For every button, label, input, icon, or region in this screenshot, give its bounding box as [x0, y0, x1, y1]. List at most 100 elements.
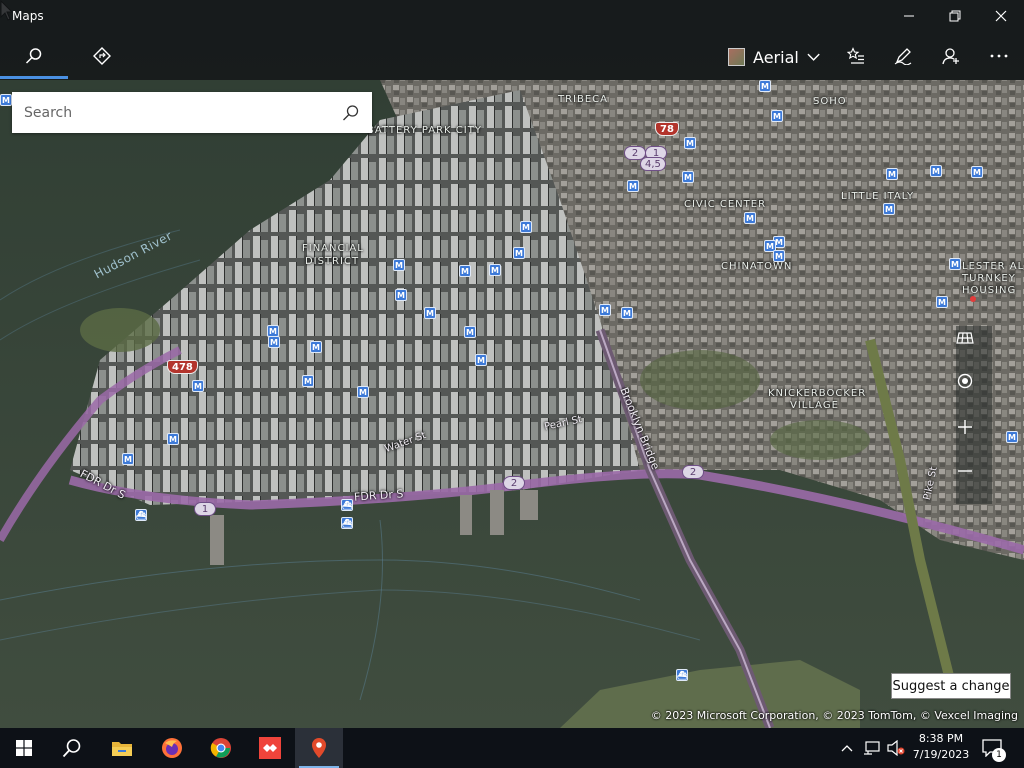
maps-taskbar-button[interactable] — [295, 728, 343, 768]
zoom-in-icon — [958, 420, 972, 434]
label-lester-allen: LESTER ALLEN — [962, 261, 1024, 272]
search-input[interactable] — [24, 104, 342, 121]
metro-station-icon[interactable]: M — [475, 354, 487, 366]
zoom-in-button[interactable] — [956, 418, 992, 454]
ferry-terminal-icon[interactable]: ⛴ — [135, 509, 147, 521]
metro-station-icon[interactable]: M — [357, 386, 369, 398]
metro-station-icon[interactable]: M — [459, 265, 471, 277]
metro-station-icon[interactable]: M — [268, 336, 280, 348]
metro-station-icon[interactable]: M — [520, 221, 532, 233]
more-icon — [990, 54, 1008, 58]
ferry-terminal-icon[interactable]: ⛴ — [676, 669, 688, 681]
metro-station-icon[interactable]: M — [424, 307, 436, 319]
zoom-out-icon — [958, 470, 972, 472]
metro-station-icon[interactable]: M — [744, 212, 756, 224]
clock-time: 8:38 PM — [918, 732, 964, 745]
search-icon — [62, 739, 81, 758]
label-little-italy: LITTLE ITALY — [841, 191, 915, 202]
metro-station-icon[interactable]: M — [464, 326, 476, 338]
account-icon — [942, 48, 959, 65]
chrome-icon — [210, 738, 231, 758]
metro-station-icon[interactable]: M — [310, 341, 322, 353]
tab-search[interactable] — [12, 40, 56, 72]
map-style-dropdown[interactable]: Aerial — [728, 42, 820, 72]
tab-directions[interactable] — [80, 40, 124, 72]
more-options-button[interactable] — [977, 40, 1021, 72]
start-button[interactable] — [0, 728, 48, 768]
volume-button[interactable] — [886, 738, 906, 758]
metro-station-icon[interactable]: M — [0, 94, 12, 106]
zoom-out-button[interactable] — [956, 462, 992, 498]
account-button[interactable] — [929, 40, 973, 72]
firefox-button[interactable] — [148, 728, 196, 768]
volume-muted-icon — [887, 740, 905, 756]
label-knickerbocker: KNICKERBOCKER — [768, 388, 867, 399]
metro-station-icon[interactable]: M — [684, 137, 696, 149]
clock-date: 7/19/2023 — [912, 748, 970, 761]
metro-station-icon[interactable]: M — [599, 304, 611, 316]
route-shield-2: 2 — [682, 465, 704, 479]
map-copyright: © 2023 Microsoft Corporation, © 2023 Tom… — [650, 709, 1018, 722]
metro-station-icon[interactable]: M — [971, 166, 983, 178]
ink-pen-icon — [894, 48, 912, 65]
metro-station-icon[interactable]: M — [489, 264, 501, 276]
metro-station-icon[interactable]: M — [302, 375, 314, 387]
metro-station-icon[interactable]: M — [936, 296, 948, 308]
metro-station-icon[interactable]: M — [682, 171, 694, 183]
metro-station-icon[interactable]: M — [627, 180, 639, 192]
route-shield-1: 1 — [194, 502, 216, 516]
route-shield-4-5: 4,5 — [640, 157, 666, 171]
interstate-shield-478: 478 — [167, 360, 198, 374]
chrome-button[interactable] — [197, 728, 245, 768]
metro-station-icon[interactable]: M — [393, 259, 405, 271]
network-icon — [864, 741, 880, 755]
anydesk-button[interactable] — [246, 728, 294, 768]
network-button[interactable] — [862, 738, 882, 758]
search-icon[interactable] — [342, 104, 360, 122]
favorites-button[interactable] — [834, 40, 878, 72]
tilt-3d-button[interactable] — [956, 328, 992, 364]
close-button[interactable] — [978, 0, 1024, 32]
my-location-button[interactable] — [956, 372, 992, 408]
maps-icon — [312, 738, 326, 758]
aerial-thumbnail-icon — [728, 48, 746, 66]
grid-3d-icon — [956, 332, 974, 344]
metro-station-icon[interactable]: M — [759, 80, 771, 92]
label-tribeca: TRIBECA — [558, 94, 609, 105]
taskbar-clock[interactable]: 8:38 PM 7/19/2023 — [910, 731, 972, 763]
metro-station-icon[interactable]: M — [395, 289, 407, 301]
metro-station-icon[interactable]: M — [773, 250, 785, 262]
metro-station-icon[interactable]: M — [167, 433, 179, 445]
label-housing: HOUSING — [962, 285, 1017, 296]
restore-icon — [949, 10, 961, 22]
metro-station-icon[interactable]: M — [949, 258, 961, 270]
app-titlebar: Maps Aerial — [0, 0, 1024, 80]
interstate-shield-78: 78 — [655, 122, 679, 136]
close-icon — [995, 10, 1007, 22]
location-pin-icon[interactable] — [970, 296, 976, 302]
restore-button[interactable] — [932, 0, 978, 32]
metro-station-icon[interactable]: M — [930, 165, 942, 177]
map-style-label: Aerial — [753, 47, 799, 67]
metro-station-icon[interactable]: M — [513, 247, 525, 259]
taskbar-search-button[interactable] — [48, 728, 96, 768]
label-turnkey: TURNKEY — [962, 273, 1016, 284]
ferry-terminal-icon[interactable]: ⛴ — [341, 499, 353, 511]
file-explorer-button[interactable] — [98, 728, 146, 768]
metro-station-icon[interactable]: M — [883, 203, 895, 215]
minimize-button[interactable] — [886, 0, 932, 32]
chevron-down-icon — [807, 53, 820, 61]
metro-station-icon[interactable]: M — [122, 453, 134, 465]
metro-station-icon[interactable]: M — [192, 380, 204, 392]
metro-station-icon[interactable]: M — [1006, 431, 1018, 443]
suggest-change-button[interactable]: Suggest a change — [891, 673, 1011, 699]
show-hidden-icons-button[interactable] — [837, 738, 857, 758]
directions-icon — [93, 47, 111, 65]
ferry-terminal-icon[interactable]: ⛴ — [341, 517, 353, 529]
metro-station-icon[interactable]: M — [771, 110, 783, 122]
search-box — [12, 92, 372, 133]
metro-station-icon[interactable]: M — [621, 307, 633, 319]
minimize-icon — [904, 15, 914, 17]
windows-ink-button[interactable] — [881, 40, 925, 72]
metro-station-icon[interactable]: M — [886, 168, 898, 180]
